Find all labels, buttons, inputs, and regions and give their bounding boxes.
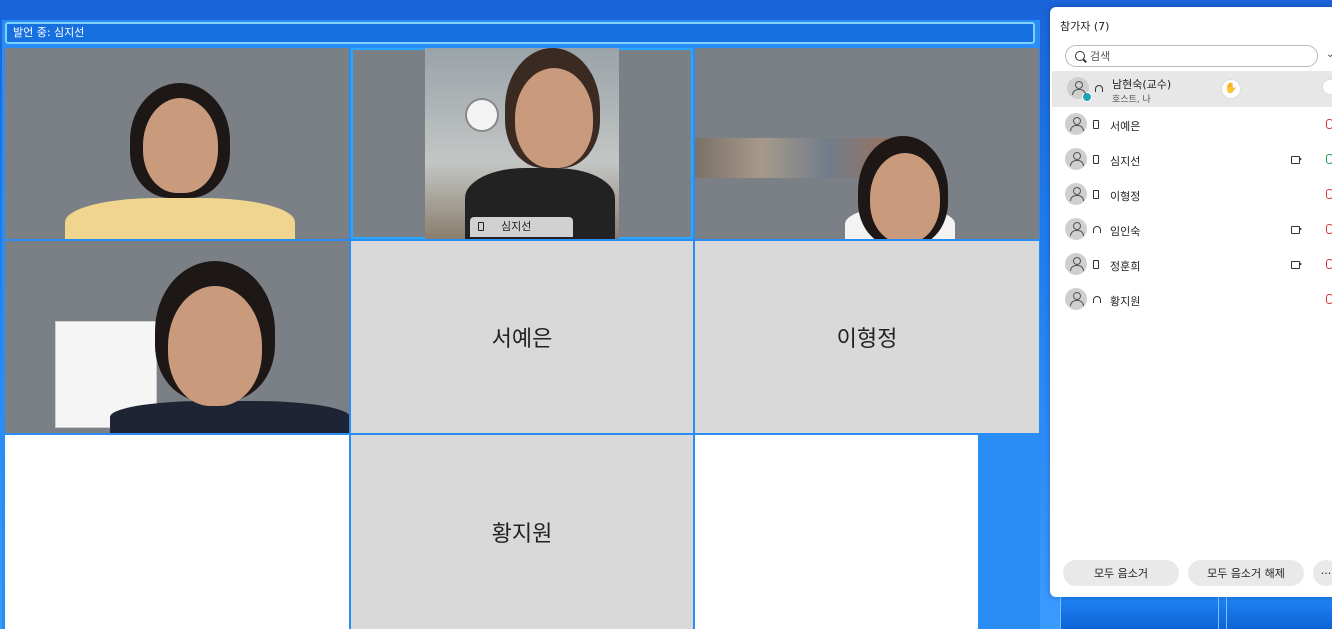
avatar: [1065, 253, 1087, 275]
participants-panel: 참가자 (7) ⌄ 남현숙(교수) 호스트, 나 ✋ 서예은 심지선: [1050, 7, 1332, 597]
video-tile-3[interactable]: [695, 48, 1039, 239]
participant-name: 임인숙: [1110, 225, 1141, 238]
participant-video: [425, 48, 619, 239]
participant-name: 황지원: [491, 522, 553, 547]
camera-icon[interactable]: [1291, 156, 1302, 164]
avatar: [1065, 113, 1087, 135]
mobile-icon: [1093, 120, 1099, 129]
panel-title: 참가자 (7): [1060, 20, 1110, 33]
participant-list: 남현숙(교수) 호스트, 나 ✋ 서예은 심지선 이형정 임인숙 정훈희 황지원: [1050, 71, 1332, 317]
avatar-tile-2[interactable]: 서예은: [351, 241, 693, 433]
participant-row[interactable]: 서예은: [1050, 107, 1332, 142]
headset-icon: [1093, 226, 1101, 233]
mic-muted-icon[interactable]: [1326, 224, 1332, 234]
avatar: [1067, 77, 1092, 102]
avatar-tile-4[interactable]: 황지원: [351, 435, 693, 629]
unmute-all-button[interactable]: 모두 음소거 해제: [1188, 560, 1304, 586]
mute-all-button[interactable]: 모두 음소거: [1063, 560, 1179, 586]
mic-muted-icon[interactable]: [1322, 79, 1332, 95]
headset-icon: [1093, 296, 1101, 303]
avatar: [1065, 183, 1087, 205]
search-icon: [1075, 51, 1085, 61]
avatar-tile-3[interactable]: 이형정: [695, 241, 1039, 433]
participant-name: 서예은: [1110, 120, 1141, 133]
mobile-icon: [478, 222, 484, 231]
participant-name: 심지선: [1110, 155, 1141, 168]
avatar: [1065, 148, 1087, 170]
mic-muted-icon[interactable]: [1326, 189, 1332, 199]
search-input[interactable]: [1090, 48, 1290, 64]
meeting-window: 발언 중: 심지선 심지선 서예은 이형정 황지원: [2, 20, 1040, 629]
mobile-icon: [1093, 190, 1099, 199]
mic-muted-icon[interactable]: [1326, 259, 1332, 269]
raised-hand-icon[interactable]: ✋: [1221, 79, 1241, 99]
participant-row[interactable]: 정훈희: [1050, 247, 1332, 282]
empty-tile-1: [5, 435, 349, 629]
participant-name: 황지원: [1110, 295, 1141, 308]
participant-row[interactable]: 황지원: [1050, 282, 1332, 317]
avatar: [1065, 288, 1087, 310]
mic-on-icon[interactable]: [1326, 154, 1332, 164]
video-tile-2[interactable]: 심지선: [351, 48, 693, 239]
headset-icon: [1095, 85, 1103, 92]
participant-name: 서예은: [491, 327, 553, 352]
video-tile-1[interactable]: [5, 48, 349, 239]
mic-muted-icon[interactable]: [1326, 119, 1332, 129]
taskbar-strip: [1060, 597, 1332, 629]
participant-video: [65, 198, 295, 239]
participant-row[interactable]: 남현숙(교수) 호스트, 나 ✋: [1052, 71, 1332, 107]
participant-row[interactable]: 임인숙: [1050, 212, 1332, 247]
empty-tile-2: [695, 435, 978, 629]
participant-name: 남현숙(교수): [1112, 78, 1172, 91]
participant-name: 이형정: [1110, 190, 1141, 203]
video-tile-4[interactable]: [5, 241, 349, 433]
participant-row[interactable]: 심지선: [1050, 142, 1332, 177]
chevron-down-icon[interactable]: ⌄: [1326, 49, 1332, 60]
wall-clock: [465, 98, 499, 132]
status-dot: [1082, 92, 1092, 102]
active-speaker-label: 발언 중: 심지선: [13, 26, 85, 39]
mic-muted-icon[interactable]: [1326, 294, 1332, 304]
active-speaker-bar: 발언 중: 심지선: [5, 22, 1035, 44]
participant-name: 정훈희: [1110, 260, 1141, 273]
mobile-icon: [1093, 155, 1099, 164]
mobile-icon: [1093, 260, 1099, 269]
search-box[interactable]: [1065, 45, 1318, 67]
participant-name: 이형정: [836, 327, 898, 352]
camera-icon[interactable]: [1291, 226, 1302, 234]
video-name-tag: 심지선: [470, 217, 573, 237]
more-options-button[interactable]: ···: [1313, 560, 1332, 586]
participant-role: 호스트, 나: [1112, 95, 1151, 105]
avatar: [1065, 218, 1087, 240]
camera-icon[interactable]: [1291, 261, 1302, 269]
participant-row[interactable]: 이형정: [1050, 177, 1332, 212]
